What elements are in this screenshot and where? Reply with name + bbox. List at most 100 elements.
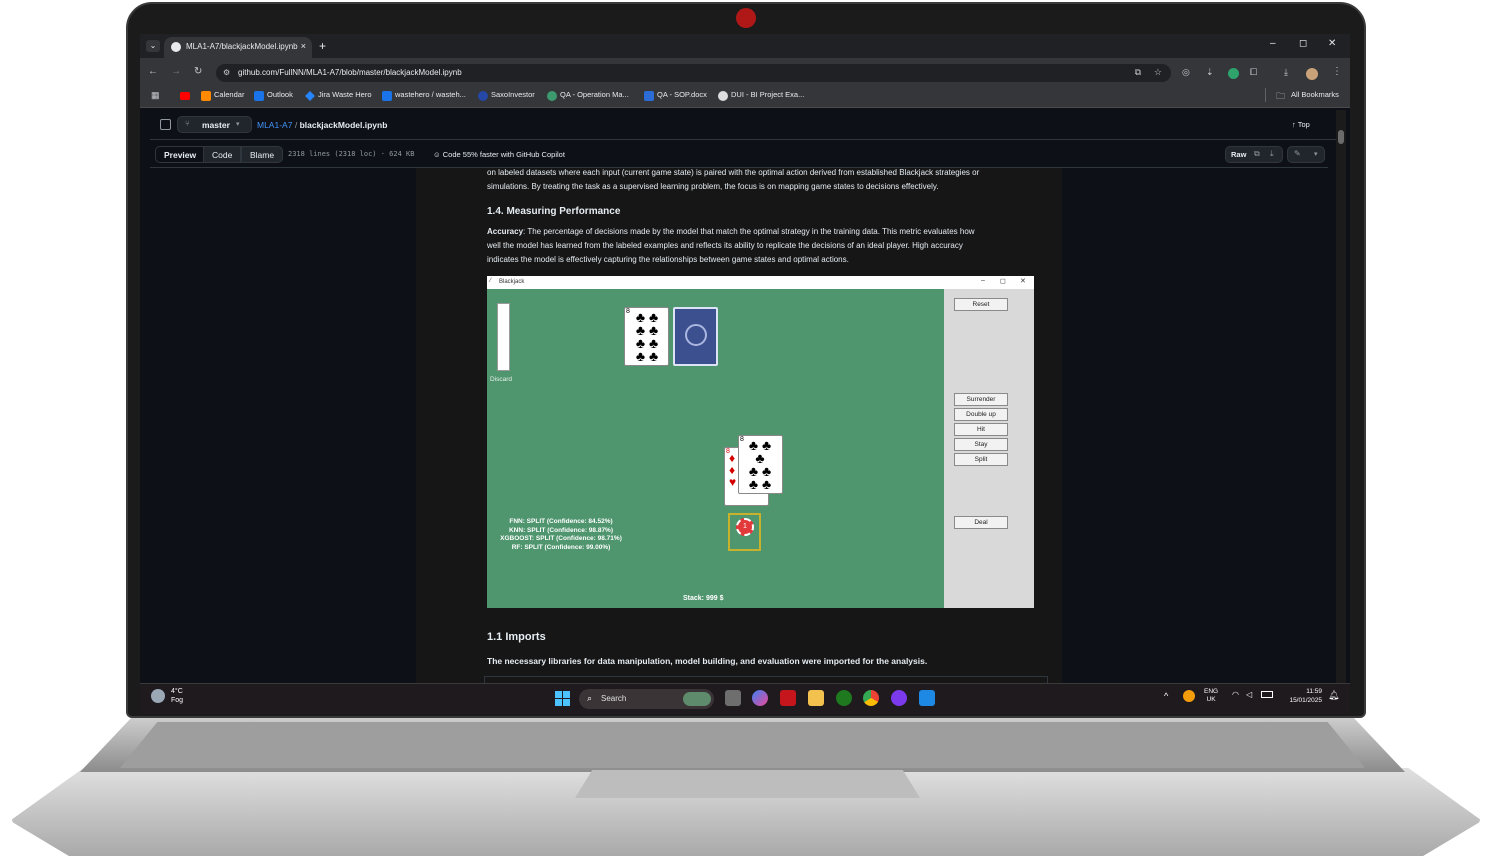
battery-icon[interactable] <box>1261 691 1273 698</box>
deal-button[interactable]: Deal <box>954 516 1008 529</box>
grammarly-icon[interactable] <box>1228 68 1239 79</box>
bookmark-dui[interactable]: DUI - BI Project Exa... <box>731 90 804 99</box>
window-minimize-button[interactable]: – <box>1270 38 1276 49</box>
game-window-title: Blackjack <box>499 279 525 285</box>
download-raw-icon[interactable]: ⤓ <box>1270 149 1274 159</box>
taskbar-search[interactable]: ⌕ Search <box>579 689 714 709</box>
notification-bell-icon[interactable]: 🔔︎ <box>1328 690 1339 701</box>
back-arrow-icon[interactable]: ← <box>148 66 158 77</box>
apps-grid-icon[interactable]: ▦ <box>151 90 160 101</box>
chrome-taskbar-icon[interactable] <box>863 690 879 706</box>
laptop-screen: ⌄ MLA1-A7/blackjackModel.ipynb × + – ◻ ✕… <box>140 34 1350 714</box>
hit-button[interactable]: Hit <box>954 423 1008 436</box>
sidebar-toggle-icon[interactable] <box>160 119 171 130</box>
game-table: Discard 8 ♣♣ ♣♣ ♣♣ ♣♣ 8 ♦ ♦ ♥ 8 ♣♣ ♣ ♣♣ ♣♣ 1 <box>487 289 944 608</box>
language-top: ENG <box>1204 688 1219 695</box>
new-tab-button[interactable]: + <box>319 39 326 53</box>
copy-icon[interactable]: ⧉ <box>1254 149 1260 159</box>
prediction-xgboost: XGBOOST: SPLIT (Confidence: 98.71%) <box>500 535 622 542</box>
youtube-icon[interactable] <box>180 92 190 100</box>
site-info-icon[interactable]: ⚙ <box>223 68 230 77</box>
vscode-icon[interactable] <box>919 690 935 706</box>
discard-pile <box>497 303 510 371</box>
app-red-icon[interactable] <box>780 690 796 706</box>
stay-button[interactable]: Stay <box>954 438 1008 451</box>
tab-search-chevron-icon[interactable]: ⌄ <box>146 40 160 52</box>
double-up-button[interactable]: Double up <box>954 408 1008 421</box>
task-view-icon[interactable] <box>725 690 741 706</box>
breadcrumb-separator: / <box>294 120 298 130</box>
bookmark-qa-operation[interactable]: QA - Operation Ma... <box>560 90 629 99</box>
heading-imports: 1.1 Imports <box>487 631 546 643</box>
page-scrollbar[interactable] <box>1336 110 1346 683</box>
weather-widget[interactable]: 4°C Fog <box>171 687 183 705</box>
bookmark-calendar[interactable]: Calendar <box>214 90 244 99</box>
branch-icon: ⑂ <box>185 119 190 128</box>
tray-app-icon[interactable] <box>1183 690 1195 702</box>
pencil-icon: ✎ <box>1294 149 1301 158</box>
reset-button[interactable]: Reset <box>954 298 1008 311</box>
heading-measuring-performance: 1.4. Measuring Performance <box>487 206 621 217</box>
branch-selector[interactable]: ⑂ master ▾ <box>177 116 252 133</box>
edit-button-group[interactable]: ✎ ▾ <box>1287 146 1325 163</box>
forward-arrow-icon[interactable]: → <box>171 66 181 77</box>
bookmark-saxoinvestor[interactable]: SaxoInvestor <box>491 90 535 99</box>
weather-icon[interactable] <box>151 689 165 703</box>
url-text: github.com/FullNN/MLA1-A7/blob/master/bl… <box>238 68 462 77</box>
intro-line-1: on labeled datasets where each input (cu… <box>487 168 980 177</box>
clock-time: 11:59 <box>1306 688 1322 695</box>
bookmark-star-icon[interactable]: ☆ <box>1154 67 1162 78</box>
accuracy-paragraph: Accuracy: The percentage of decisions ma… <box>487 225 1047 267</box>
raw-button[interactable]: Raw <box>1231 150 1246 159</box>
extensions-puzzle-icon[interactable]: ⧠ <box>1250 67 1257 78</box>
bookmark-wastehero[interactable]: wastehero / wasteh... <box>395 90 466 99</box>
profile-avatar[interactable] <box>1306 68 1318 80</box>
window-maximize-button[interactable]: ◻ <box>1299 38 1307 49</box>
language-indicator[interactable]: ENG UK <box>1204 688 1218 704</box>
clubs-suit-icon: ♣♣ ♣ ♣♣ ♣♣ <box>748 437 776 492</box>
split-button[interactable]: Split <box>954 453 1008 466</box>
bet-area[interactable]: 1 <box>728 513 761 551</box>
github-desktop-icon[interactable] <box>891 690 907 706</box>
copilot-app-icon[interactable] <box>752 690 768 706</box>
window-close-button[interactable]: ✕ <box>1328 38 1336 49</box>
calendar-bookmark-icon <box>201 91 211 101</box>
top-button[interactable]: ↑ Top <box>1292 120 1310 129</box>
bookmark-jira[interactable]: Jira Waste Hero <box>318 90 372 99</box>
accuracy-line-3: indicates the model is effectively captu… <box>487 255 849 264</box>
clock[interactable]: 11:59 15/01/2025 <box>1280 687 1322 705</box>
feather-icon: ⁄ <box>490 278 492 284</box>
chrome-menu-icon[interactable]: ⋮ <box>1332 66 1342 77</box>
breadcrumb-repo-link[interactable]: MLA1-A7 <box>257 120 292 130</box>
file-explorer-icon[interactable] <box>808 690 824 706</box>
download-icon[interactable]: ⤓ <box>1284 67 1288 78</box>
tab-preview[interactable]: Preview <box>155 146 206 163</box>
wifi-icon[interactable]: ◠ <box>1232 690 1239 699</box>
address-bar[interactable]: ⚙ github.com/FullNN/MLA1-A7/blob/master/… <box>216 64 1171 82</box>
surrender-button[interactable]: Surrender <box>954 393 1008 406</box>
copilot-icon: ☺ <box>433 150 441 159</box>
tab-code[interactable]: Code <box>203 146 242 163</box>
browser-tab[interactable]: MLA1-A7/blackjackModel.ipynb × <box>164 37 312 58</box>
bookmark-qa-sop[interactable]: QA - SOP.docx <box>657 90 707 99</box>
volume-icon[interactable]: ◁ <box>1246 690 1252 699</box>
all-bookmarks-link[interactable]: All Bookmarks <box>1291 90 1339 99</box>
reload-icon[interactable]: ↻ <box>194 66 202 77</box>
outlook-bookmark-icon <box>254 91 264 101</box>
tab-blame[interactable]: Blame <box>241 146 284 163</box>
dealer-card: 8 ♣♣ ♣♣ ♣♣ ♣♣ <box>624 307 669 366</box>
extension-mic-icon[interactable]: ⇣ <box>1206 67 1214 78</box>
stack-label: Stack: 999 $ <box>683 595 724 602</box>
tab-close-icon[interactable]: × <box>301 41 306 51</box>
laptop-touchpad <box>575 770 920 798</box>
install-app-icon[interactable]: ⧉ <box>1135 67 1141 78</box>
chevron-up-icon[interactable]: ^ <box>1164 691 1168 701</box>
xbox-icon[interactable] <box>836 690 852 706</box>
card-back-pattern <box>685 324 707 346</box>
lens-icon[interactable]: ◎ <box>1182 67 1190 78</box>
wastehero-bookmark-icon <box>382 91 392 101</box>
bookmark-outlook[interactable]: Outlook <box>267 90 293 99</box>
windows-start-icon[interactable] <box>555 691 570 706</box>
scrollbar-thumb[interactable] <box>1338 130 1344 144</box>
copilot-banner[interactable]: ☺ Code 55% faster with GitHub Copilot <box>433 150 565 159</box>
